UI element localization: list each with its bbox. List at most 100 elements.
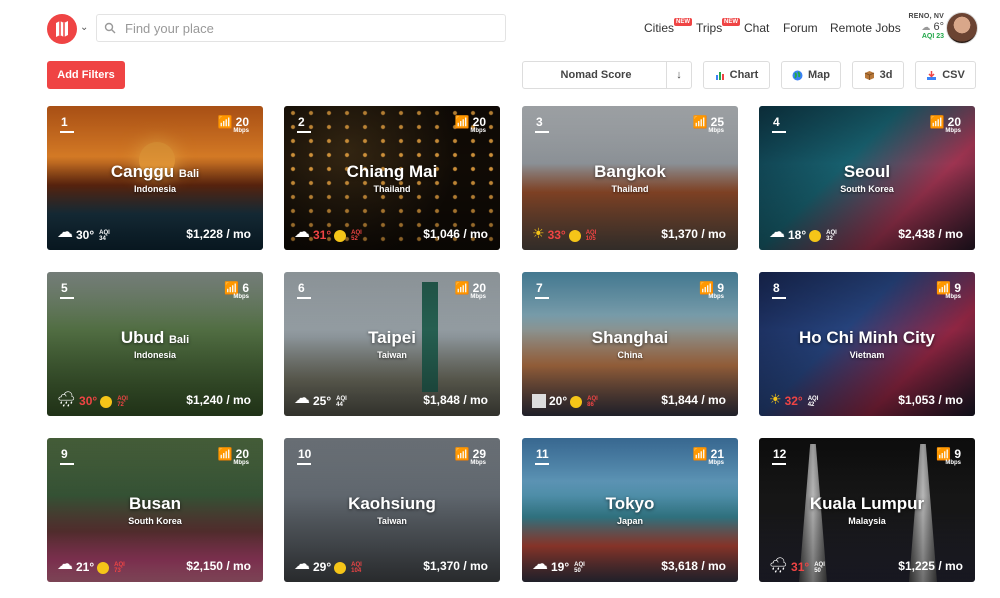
weather-summary: ☁ 21° AQI 73 — [57, 554, 125, 574]
city-card[interactable]: 7 📶 9 Mbps Shanghai China 20° AQI 86 $1,844… — [522, 272, 738, 416]
monthly-cost: $1,046 / mo — [423, 227, 488, 241]
aqi-face-icon — [334, 230, 347, 242]
top-bar: ⌄ CitiesNEW TripsNEW Chat Forum Remote J… — [0, 0, 1000, 56]
nav-trips[interactable]: Trips NEW — [696, 18, 740, 35]
city-country: Thailand — [611, 184, 649, 194]
city-rank: 9 — [60, 447, 74, 465]
city-name: Kuala Lumpur — [759, 494, 975, 514]
city-name-text: Chiang Mai — [346, 162, 438, 181]
city-name-text: Kaohsiung — [348, 494, 436, 513]
nav-remote-jobs[interactable]: Remote Jobs — [830, 21, 901, 35]
chevron-down-icon[interactable]: ⌄ — [80, 22, 90, 33]
city-name-text: Bangkok — [594, 162, 666, 181]
city-rank: 6 — [297, 281, 311, 299]
temperature: 20° — [549, 394, 568, 408]
logo[interactable] — [47, 14, 77, 44]
city-card[interactable]: 1 📶 20 Mbps Canggu Bali Indonesia ☁ 30° AQ… — [47, 106, 263, 250]
monthly-cost: $1,370 / mo — [661, 227, 726, 241]
weather-summary: ☁ 18° AQI 32 — [769, 222, 837, 242]
wifi-speed: 📶 20 Mbps — [455, 281, 486, 300]
wifi-value: 9 — [954, 447, 961, 461]
nav-chat[interactable]: Chat — [744, 21, 769, 35]
sort-label: Nomad Score — [560, 69, 632, 81]
aqi-face-icon — [809, 230, 822, 242]
local-weather[interactable]: RENO, NV ☁ 6° AQI 23 — [904, 13, 944, 40]
aqi-value: 86 — [587, 402, 594, 408]
cloud-icon: ☁ — [294, 556, 310, 573]
wifi-icon: 📶 — [929, 115, 945, 129]
city-name: Ubud Bali — [47, 328, 263, 348]
city-card[interactable]: 5 📶 6 Mbps Ubud Bali Indonesia 🌧 30° AQI 72… — [47, 272, 263, 416]
temperature: 21° — [76, 560, 95, 574]
map-button[interactable]: Map — [781, 61, 841, 89]
aqi: AQI 73 — [114, 562, 125, 574]
city-country: Indonesia — [133, 350, 176, 360]
city-country: South Korea — [128, 516, 182, 526]
nav-forum[interactable]: Forum — [783, 21, 818, 35]
aqi: AQI 105 — [586, 230, 597, 242]
avatar[interactable] — [946, 12, 978, 44]
wifi-value: 20 — [235, 115, 249, 129]
city-card[interactable]: 6 📶 20 Mbps Taipei Taiwan ☁ 25° AQI 44 $1,8… — [284, 272, 500, 416]
new-badge: NEW — [722, 18, 740, 26]
add-filters-button[interactable]: Add Filters — [47, 61, 125, 89]
monthly-cost: $1,053 / mo — [898, 393, 963, 407]
city-name: Kaohsiung — [284, 494, 500, 514]
city-card[interactable]: 3 📶 25 Mbps Bangkok Thailand ☀ 33° AQI 105 … — [522, 106, 738, 250]
wifi-icon: 📶 — [224, 281, 240, 295]
csv-button[interactable]: CSV — [915, 61, 976, 89]
weather-summary: 🌧 31° AQI 50 — [769, 556, 825, 574]
wifi-speed: 📶 9 Mbps — [936, 281, 961, 300]
3d-button[interactable]: 3d — [852, 61, 904, 89]
temperature: 19° — [551, 560, 570, 574]
city-card[interactable]: 10 📶 29 Mbps Kaohsiung Taiwan ☁ 29° AQI 104… — [284, 438, 500, 582]
city-rank: 7 — [535, 281, 549, 299]
nav-cities[interactable]: Cities NEW — [644, 18, 692, 35]
temperature: 32° — [784, 394, 803, 408]
sort-direction-button[interactable]: ↓ — [666, 62, 691, 88]
temperature: 18° — [788, 228, 807, 242]
city-card[interactable]: 4 📶 20 Mbps Seoul South Korea ☁ 18° AQI 32 … — [759, 106, 975, 250]
wifi-icon: 📶 — [454, 115, 470, 129]
wifi-value: 20 — [947, 115, 961, 129]
city-country: Vietnam — [849, 350, 885, 360]
city-name: Bangkok — [522, 162, 738, 182]
wifi-icon: 📶 — [692, 447, 708, 461]
sun-icon: ☀ — [532, 225, 545, 241]
city-country: China — [617, 350, 643, 360]
weather-city: RENO, NV — [908, 13, 944, 20]
search-input[interactable] — [123, 19, 487, 37]
wifi-icon: 📶 — [936, 447, 952, 461]
monthly-cost: $2,150 / mo — [186, 559, 251, 573]
globe-icon — [792, 70, 803, 80]
city-name: Chiang Mai — [284, 162, 500, 182]
city-card[interactable]: 11 📶 21 Mbps Tokyo Japan ☁ 19° AQI 50 $3,61… — [522, 438, 738, 582]
wifi-speed: 📶 20 Mbps — [930, 115, 961, 134]
city-card[interactable]: 12 📶 9 Mbps Kuala Lumpur Malaysia 🌧 31° AQ… — [759, 438, 975, 582]
wifi-speed: 📶 20 Mbps — [218, 115, 249, 134]
city-card[interactable]: 2 📶 20 Mbps Chiang Mai Thailand ☁ 31° AQI 5… — [284, 106, 500, 250]
chart-button[interactable]: Chart — [703, 61, 770, 89]
city-card[interactable]: 9 📶 20 Mbps Busan South Korea ☁ 21° AQI 73 … — [47, 438, 263, 582]
cube-icon — [864, 70, 874, 80]
city-rank: 2 — [297, 115, 311, 133]
city-card[interactable]: 8 📶 9 Mbps Ho Chi Minh City Vietnam ☀ 32° … — [759, 272, 975, 416]
monthly-cost: $1,240 / mo — [186, 393, 251, 407]
wifi-speed: 📶 6 Mbps — [224, 281, 249, 300]
monthly-cost: $3,618 / mo — [661, 559, 726, 573]
city-country: Japan — [616, 516, 643, 526]
city-region: Bali — [178, 168, 200, 180]
city-rank: 3 — [535, 115, 549, 133]
city-country: Taiwan — [377, 516, 407, 526]
temperature: 33° — [547, 228, 566, 242]
wifi-speed: 📶 9 Mbps — [699, 281, 724, 300]
cloud-sun-icon: ☁ — [921, 22, 931, 32]
cloud-icon: ☁ — [57, 556, 73, 573]
3d-label: 3d — [879, 69, 893, 81]
temperature: 29° — [313, 560, 332, 574]
search-bar[interactable] — [96, 14, 506, 42]
wifi-value: 29 — [472, 447, 486, 461]
wifi-value: 9 — [717, 281, 724, 295]
weather-summary: ☀ 32° AQI 42 — [769, 391, 818, 408]
sort-select[interactable]: Nomad Score ↓ — [522, 61, 692, 89]
